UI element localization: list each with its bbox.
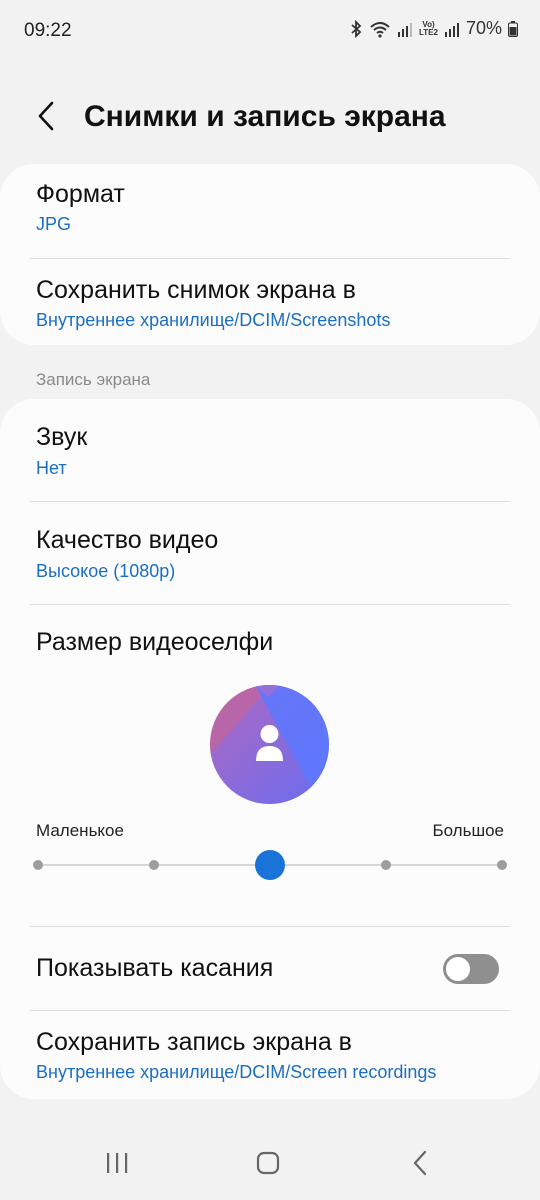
signal-icon — [397, 20, 413, 38]
signal-icon-2 — [444, 20, 460, 38]
page-title: Снимки и запись экрана — [84, 100, 446, 133]
back-button[interactable] — [26, 96, 66, 136]
format-title: Формат — [36, 180, 125, 208]
section-label-recording: Запись экрана — [36, 370, 151, 389]
video-quality-value: Высокое (1080p) — [36, 561, 176, 581]
recents-button[interactable] — [95, 1148, 139, 1178]
video-quality-title: Качество видео — [36, 526, 219, 554]
video-quality-setting[interactable]: Качество видео Высокое (1080p) — [0, 502, 540, 604]
selfie-size-max-label: Большое — [432, 821, 504, 840]
slider-step[interactable] — [381, 860, 391, 870]
show-touches-toggle[interactable] — [443, 954, 499, 984]
toggle-knob — [444, 955, 472, 983]
sound-value: Нет — [36, 458, 67, 478]
status-time: 09:22 — [24, 20, 72, 41]
selfie-size-title: Размер видеоселфи — [36, 628, 274, 656]
divider — [30, 604, 510, 605]
recents-icon — [107, 1153, 128, 1173]
screenshot-save-location-setting[interactable]: Сохранить снимок экрана в Внутреннее хра… — [0, 259, 540, 345]
format-setting[interactable]: Формат JPG — [0, 164, 540, 259]
selfie-size-slider[interactable] — [33, 850, 507, 880]
back-icon — [413, 1150, 427, 1176]
volte-icon: Vo) LTE2 — [419, 19, 438, 37]
battery-icon — [508, 20, 518, 37]
home-icon — [256, 1151, 280, 1175]
wifi-icon — [369, 20, 391, 38]
bluetooth-icon — [349, 19, 363, 38]
app-header: Снимки и запись экрана — [0, 80, 540, 154]
selfie-size-min-label: Маленькое — [36, 821, 124, 840]
format-value: JPG — [36, 214, 72, 234]
show-touches-title: Показывать касания — [36, 954, 274, 982]
selfie-size-preview — [210, 685, 329, 804]
status-icons: Vo) LTE2 70% — [349, 18, 518, 39]
screenshots-card: Формат JPG Сохранить снимок экрана в Вну… — [0, 164, 540, 345]
screenshot-save-location-value: Внутреннее хранилище/DCIM/Screenshots — [36, 310, 391, 330]
sound-title: Звук — [36, 423, 88, 451]
chevron-left-icon — [38, 101, 54, 131]
battery-percent: 70% — [465, 18, 502, 38]
recording-save-location-title: Сохранить запись экрана в — [36, 1028, 352, 1056]
home-button[interactable] — [246, 1148, 290, 1178]
slider-thumb[interactable] — [255, 850, 285, 880]
sound-setting[interactable]: Звук Нет — [0, 399, 540, 502]
navigation-bar — [0, 1130, 540, 1200]
recording-save-location-setting[interactable]: Сохранить запись экрана в Внутреннее хра… — [0, 1011, 540, 1099]
back-nav-button[interactable] — [398, 1148, 442, 1178]
recording-save-location-value: Внутреннее хранилище/DCIM/Screen recordi… — [36, 1062, 437, 1082]
slider-step[interactable] — [149, 860, 159, 870]
slider-step[interactable] — [33, 860, 43, 870]
status-bar: 09:22 Vo) LTE2 70% — [0, 0, 540, 62]
screenshot-save-location-title: Сохранить снимок экрана в — [36, 276, 356, 304]
slider-step[interactable] — [497, 860, 507, 870]
